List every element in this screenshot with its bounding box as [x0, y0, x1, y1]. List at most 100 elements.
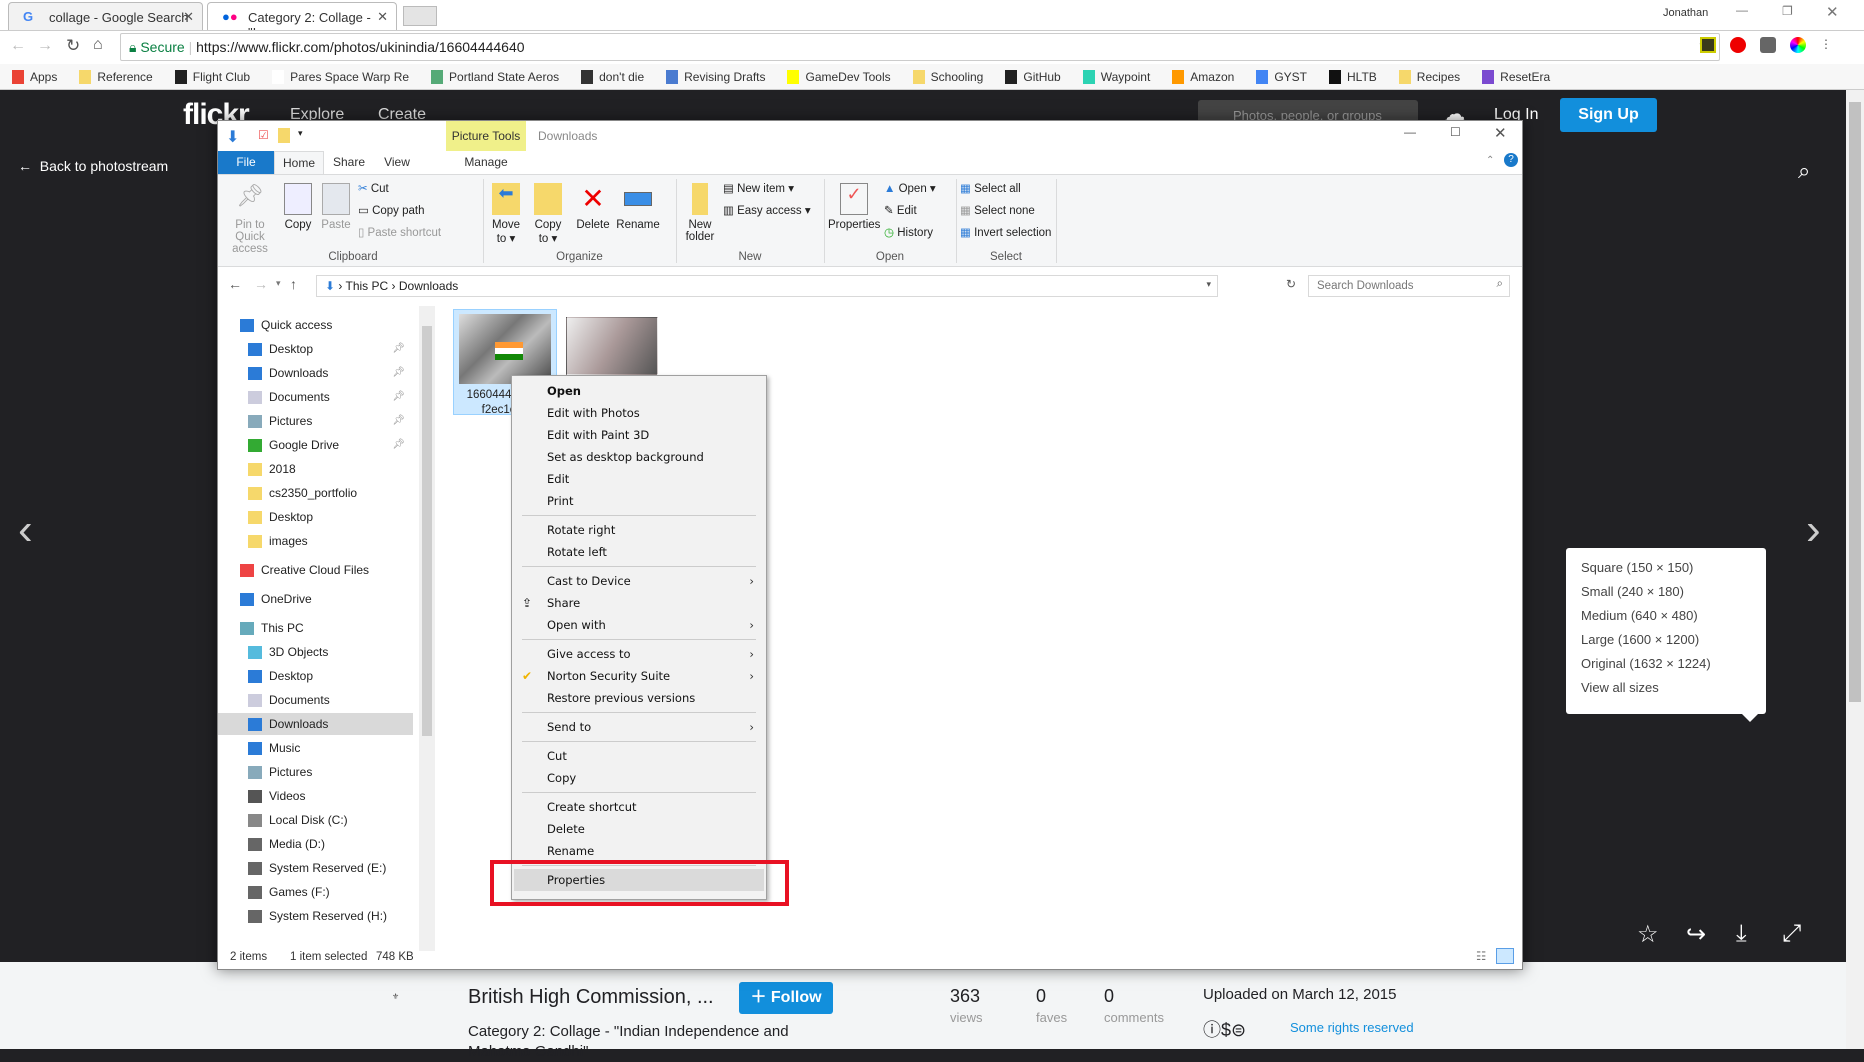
pin-quick-access-button[interactable]: 📌︎ Pin to Quick access — [222, 183, 278, 255]
color-picker-icon[interactable] — [1790, 37, 1806, 53]
open-button[interactable]: ▲ Open ▾ — [884, 181, 936, 195]
bookmark-item[interactable]: Apps — [12, 68, 57, 85]
close-icon[interactable]: ✕ — [1494, 124, 1507, 154]
tab-google[interactable]: Gcollage - Google Search ✕ — [8, 2, 203, 30]
nav-item[interactable]: Pictures 📌︎ — [218, 410, 413, 432]
bookmark-item[interactable]: Amazon — [1172, 68, 1234, 85]
menu-item-rename[interactable]: Rename — [514, 840, 764, 862]
properties-button[interactable]: ✓ Properties — [828, 183, 880, 231]
crumb-this-pc[interactable]: This PC — [346, 279, 389, 293]
prev-photo-arrow[interactable]: ‹ — [18, 505, 33, 555]
address-bar[interactable]: 🔒︎ Secure | https://www.flickr.com/photo… — [120, 33, 1720, 61]
nav-item[interactable]: Desktop — [218, 506, 413, 528]
nav-item[interactable]: Quick access — [218, 314, 413, 336]
nav-scrollbar[interactable] — [419, 306, 435, 951]
tab-share[interactable]: Share — [324, 151, 374, 174]
menu-item-give-access-to[interactable]: Give access to › — [514, 643, 764, 665]
menu-item-restore-previous-versions[interactable]: Restore previous versions — [514, 687, 764, 709]
close-tab-icon[interactable]: ✕ — [377, 9, 388, 25]
restore-icon[interactable]: ❐ — [1782, 4, 1793, 18]
nav-item[interactable]: 2018 — [218, 458, 413, 480]
back-icon[interactable]: ← — [10, 37, 26, 55]
menu-item-rotate-right[interactable]: Rotate right — [514, 519, 764, 541]
nav-item[interactable]: Documents 📌︎ — [218, 386, 413, 408]
tab-view[interactable]: View — [374, 151, 420, 174]
move-to-button[interactable]: ⬅ Move to ▾ — [488, 183, 524, 245]
bookmark-item[interactable]: Schooling — [912, 68, 983, 85]
nav-item[interactable]: Pictures — [218, 761, 413, 783]
nav-item[interactable]: Desktop — [218, 665, 413, 687]
bookmark-item[interactable]: Reference — [79, 68, 153, 85]
menu-item-cast-to-device[interactable]: Cast to Device › — [514, 570, 764, 592]
extension-icon[interactable] — [1700, 37, 1716, 53]
nav-item[interactable]: System Reserved (H:) — [218, 905, 413, 927]
pin-icon[interactable]: 📌︎ — [392, 410, 405, 432]
nav-item[interactable]: System Reserved (E:) — [218, 857, 413, 879]
cc-license-icons[interactable]: ⓘ$⊜ — [1203, 1016, 1246, 1042]
nav-item[interactable]: cs2350_portfolio — [218, 482, 413, 504]
size-option[interactable]: Original (1632 × 1224) — [1581, 656, 1711, 671]
owner-name[interactable]: British High Commission, ... — [468, 986, 714, 1009]
share-icon[interactable]: ↪ — [1686, 920, 1706, 949]
fave-star-icon[interactable]: ☆ — [1637, 920, 1659, 949]
path-dropdown-icon[interactable]: ▾ — [1206, 279, 1211, 290]
adblock-icon[interactable] — [1730, 37, 1746, 53]
back-to-photostream[interactable]: ← Back to photostream — [18, 158, 168, 174]
nav-item[interactable]: 3D Objects — [218, 641, 413, 663]
tab-manage[interactable]: Manage — [446, 151, 526, 174]
size-option[interactable]: Square (150 × 150) — [1581, 560, 1693, 575]
nav-item[interactable]: images — [218, 530, 413, 552]
bookmark-item[interactable]: GitHub — [1005, 68, 1061, 85]
delete-button[interactable]: ✕ Delete — [573, 183, 613, 231]
help-icon[interactable]: ? — [1504, 153, 1518, 167]
search-downloads-input[interactable]: Search Downloads ⌕ — [1308, 275, 1510, 297]
fullscreen-icon[interactable]: ⤢ — [1782, 920, 1801, 948]
nav-item[interactable]: OneDrive — [218, 588, 413, 610]
home-icon[interactable]: ⌂ — [93, 36, 103, 54]
menu-item-edit-with-paint-3d[interactable]: Edit with Paint 3D — [514, 424, 764, 446]
follow-button[interactable]: ＋ Follow — [739, 982, 833, 1014]
crumb-downloads[interactable]: Downloads — [399, 279, 458, 293]
new-tab-button[interactable] — [403, 6, 437, 26]
file-item-laptop-photo[interactable] — [566, 317, 658, 375]
cut-button[interactable]: ✂ Cut — [358, 181, 389, 195]
close-icon[interactable]: ✕ — [1826, 3, 1839, 21]
back-icon[interactable]: ← — [228, 276, 242, 292]
menu-item-rotate-left[interactable]: Rotate left — [514, 541, 764, 563]
bookmark-item[interactable]: ResetEra — [1482, 68, 1550, 85]
bookmark-item[interactable]: don't die — [581, 68, 644, 85]
rights-link[interactable]: Some rights reserved — [1290, 1020, 1414, 1035]
nav-item[interactable]: Media (D:) — [218, 833, 413, 855]
copy-to-button[interactable]: Copy to ▾ — [530, 183, 566, 245]
paste-button[interactable]: Paste — [318, 183, 354, 231]
select-all-button[interactable]: ▦ Select all — [960, 181, 1021, 195]
menu-item-share[interactable]: ⇪ Share — [514, 592, 764, 614]
size-option[interactable]: Medium (640 × 480) — [1581, 608, 1698, 623]
invert-selection-button[interactable]: ▦ Invert selection — [960, 225, 1051, 239]
copy-path-button[interactable]: ▭ Copy path — [358, 203, 425, 217]
size-option[interactable]: View all sizes — [1581, 680, 1659, 695]
menu-item-copy[interactable]: Copy — [514, 767, 764, 789]
nav-item[interactable]: Music — [218, 737, 413, 759]
size-option[interactable]: Small (240 × 180) — [1581, 584, 1684, 599]
nav-item[interactable]: Google Drive 📌︎ — [218, 434, 413, 456]
reload-icon[interactable]: ↻ — [66, 36, 80, 56]
new-folder-button[interactable]: New folder — [680, 183, 720, 243]
menu-item-delete[interactable]: Delete — [514, 818, 764, 840]
history-button[interactable]: ◷ History — [884, 225, 933, 239]
owner-avatar[interactable]: ⚜ — [392, 992, 422, 1040]
forward-icon[interactable]: → — [254, 276, 268, 292]
nav-item[interactable]: Documents — [218, 689, 413, 711]
select-none-button[interactable]: ▦ Select none — [960, 203, 1035, 217]
bookmark-item[interactable]: Pares Space Warp Re — [272, 68, 409, 85]
menu-item-create-shortcut[interactable]: Create shortcut — [514, 796, 764, 818]
new-folder-qat-icon[interactable] — [278, 128, 290, 143]
minimize-icon[interactable]: — — [1736, 3, 1748, 17]
download-icon[interactable]: ⤓ — [1736, 920, 1747, 948]
search-icon[interactable]: ⌕ — [1798, 158, 1810, 184]
recent-dropdown-icon[interactable]: ▾ — [276, 278, 281, 289]
nav-item[interactable]: Desktop 📌︎ — [218, 338, 413, 360]
bookmark-item[interactable]: Waypoint — [1082, 68, 1150, 85]
signup-button[interactable]: Sign Up — [1560, 98, 1657, 132]
page-scrollbar[interactable] — [1846, 90, 1864, 1049]
